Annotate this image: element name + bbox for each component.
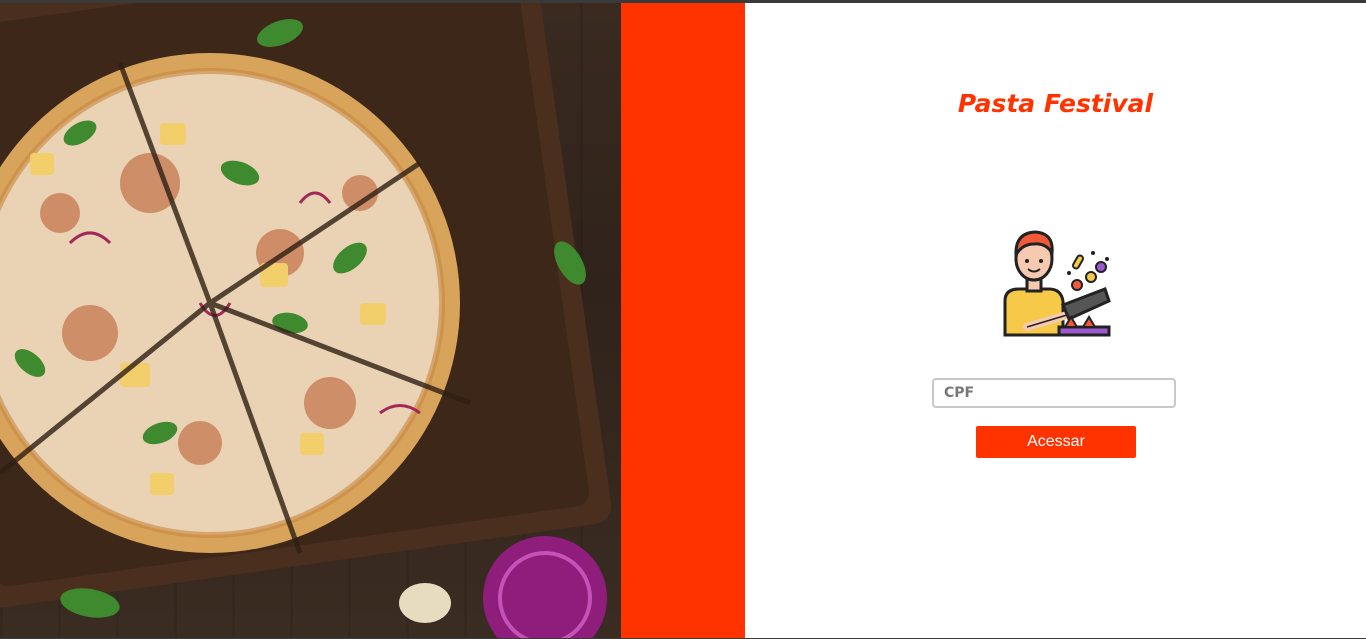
access-button[interactable]: Acessar xyxy=(976,426,1136,458)
cpf-input[interactable] xyxy=(932,378,1176,408)
pizza-photo xyxy=(0,3,621,639)
red-accent-band xyxy=(621,3,745,639)
chef-cooking-icon xyxy=(1003,230,1111,337)
pizza-illustration xyxy=(0,3,612,639)
brand-title: Pasta Festival xyxy=(957,89,1154,118)
login-panel: Pasta Festival Acessar xyxy=(745,3,1366,639)
